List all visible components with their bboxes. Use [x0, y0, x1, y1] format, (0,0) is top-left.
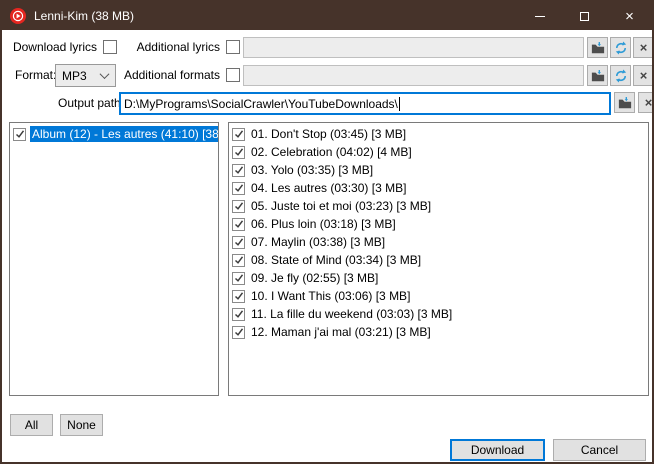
item-checkbox[interactable] — [232, 308, 245, 321]
item-label: 09. Je fly (02:55) [3 MB] — [249, 270, 380, 286]
refresh-icon — [614, 41, 628, 55]
list-item[interactable]: 12. Maman j'ai mal (03:21) [3 MB] — [229, 323, 648, 341]
list-item[interactable]: 05. Juste toi et moi (03:23) [3 MB] — [229, 197, 648, 215]
clear-lyrics-button[interactable]: × — [633, 37, 654, 58]
item-checkbox[interactable] — [232, 218, 245, 231]
item-label: 11. La fille du weekend (03:03) [3 MB] — [249, 306, 454, 322]
open-folder-icon — [591, 69, 605, 83]
item-label: Album (12) - Les autres (41:10) [38 MB] — [30, 126, 218, 142]
list-item[interactable]: 08. State of Mind (03:34) [3 MB] — [229, 251, 648, 269]
select-none-button[interactable]: None — [60, 414, 103, 436]
chevron-down-icon — [100, 69, 110, 79]
additional-lyrics-checkbox[interactable] — [226, 40, 240, 54]
output-path-input[interactable]: D:\MyPrograms\SocialCrawler\YouTubeDownl… — [119, 92, 611, 115]
item-label: 12. Maman j'ai mal (03:21) [3 MB] — [249, 324, 433, 340]
item-checkbox[interactable] — [232, 164, 245, 177]
browse-output-button[interactable] — [614, 92, 635, 113]
additional-formats-checkbox[interactable] — [226, 68, 240, 82]
item-label: 10. I Want This (03:06) [3 MB] — [249, 288, 412, 304]
download-lyrics-checkbox[interactable] — [103, 40, 117, 54]
list-item[interactable]: 01. Don't Stop (03:45) [3 MB] — [229, 125, 648, 143]
list-item[interactable]: 04. Les autres (03:30) [3 MB] — [229, 179, 648, 197]
track-list[interactable]: 01. Don't Stop (03:45) [3 MB] 02. Celebra… — [228, 122, 649, 396]
window-title: Lenni-Kim (38 MB) — [34, 9, 517, 23]
cancel-button[interactable]: Cancel — [553, 439, 646, 461]
item-checkbox[interactable] — [232, 290, 245, 303]
select-all-button[interactable]: All — [10, 414, 53, 436]
clear-icon: × — [640, 69, 648, 82]
item-label: 07. Maylin (03:38) [3 MB] — [249, 234, 387, 250]
list-item[interactable]: 03. Yolo (03:35) [3 MB] — [229, 161, 648, 179]
item-checkbox[interactable] — [232, 254, 245, 267]
album-list[interactable]: Album (12) - Les autres (41:10) [38 MB] — [9, 122, 219, 396]
refresh-lyrics-button[interactable] — [610, 37, 631, 58]
title-bar: Lenni-Kim (38 MB) × — [2, 2, 652, 30]
clear-icon: × — [645, 96, 653, 109]
item-label: 03. Yolo (03:35) [3 MB] — [249, 162, 375, 178]
browse-formats-button[interactable] — [587, 65, 608, 86]
item-checkbox[interactable] — [232, 128, 245, 141]
item-label: 05. Juste toi et moi (03:23) [3 MB] — [249, 198, 433, 214]
download-lyrics-label: Download lyrics — [10, 40, 97, 55]
clear-formats-button[interactable]: × — [633, 65, 654, 86]
list-item[interactable]: 10. I Want This (03:06) [3 MB] — [229, 287, 648, 305]
item-label: 04. Les autres (03:30) [3 MB] — [249, 180, 408, 196]
minimize-icon — [535, 16, 545, 17]
item-label: 02. Celebration (04:02) [4 MB] — [249, 144, 414, 160]
browse-lyrics-button[interactable] — [587, 37, 608, 58]
open-folder-icon — [618, 96, 632, 110]
list-item[interactable]: 09. Je fly (02:55) [3 MB] — [229, 269, 648, 287]
clear-icon: × — [640, 41, 648, 54]
additional-lyrics-label: Additional lyrics — [132, 40, 220, 55]
youtube-music-app-icon — [10, 8, 26, 24]
list-item[interactable]: Album (12) - Les autres (41:10) [38 MB] — [10, 125, 218, 143]
list-item[interactable]: 06. Plus loin (03:18) [3 MB] — [229, 215, 648, 233]
open-folder-icon — [591, 41, 605, 55]
download-button[interactable]: Download — [450, 439, 545, 461]
item-checkbox[interactable] — [232, 182, 245, 195]
output-path-label: Output path — [58, 96, 121, 111]
output-path-value: D:\MyPrograms\SocialCrawler\YouTubeDownl… — [124, 97, 398, 111]
app-window: Lenni-Kim (38 MB) × Download lyrics Addi… — [0, 0, 654, 464]
item-checkbox[interactable] — [232, 146, 245, 159]
item-checkbox[interactable] — [232, 326, 245, 339]
maximize-icon — [580, 12, 589, 21]
item-label: 06. Plus loin (03:18) [3 MB] — [249, 216, 398, 232]
additional-formats-field[interactable] — [243, 65, 584, 86]
item-checkbox[interactable] — [232, 236, 245, 249]
close-icon: × — [625, 9, 634, 24]
close-button[interactable]: × — [607, 2, 652, 30]
item-label: 01. Don't Stop (03:45) [3 MB] — [249, 126, 408, 142]
refresh-formats-button[interactable] — [610, 65, 631, 86]
list-item[interactable]: 11. La fille du weekend (03:03) [3 MB] — [229, 305, 648, 323]
minimize-button[interactable] — [517, 2, 562, 30]
additional-lyrics-field[interactable] — [243, 37, 584, 58]
item-checkbox[interactable] — [232, 272, 245, 285]
list-item[interactable]: 07. Maylin (03:38) [3 MB] — [229, 233, 648, 251]
item-checkbox[interactable] — [232, 200, 245, 213]
refresh-icon — [614, 69, 628, 83]
item-checkbox[interactable] — [13, 128, 26, 141]
format-select[interactable]: MP3 — [55, 64, 116, 87]
format-value: MP3 — [62, 69, 87, 83]
list-item[interactable]: 02. Celebration (04:02) [4 MB] — [229, 143, 648, 161]
format-label: Format: — [15, 68, 56, 83]
text-caret — [399, 97, 400, 111]
clear-output-button[interactable]: × — [638, 92, 654, 113]
additional-formats-label: Additional formats — [120, 68, 220, 83]
maximize-button[interactable] — [562, 2, 607, 30]
item-label: 08. State of Mind (03:34) [3 MB] — [249, 252, 423, 268]
